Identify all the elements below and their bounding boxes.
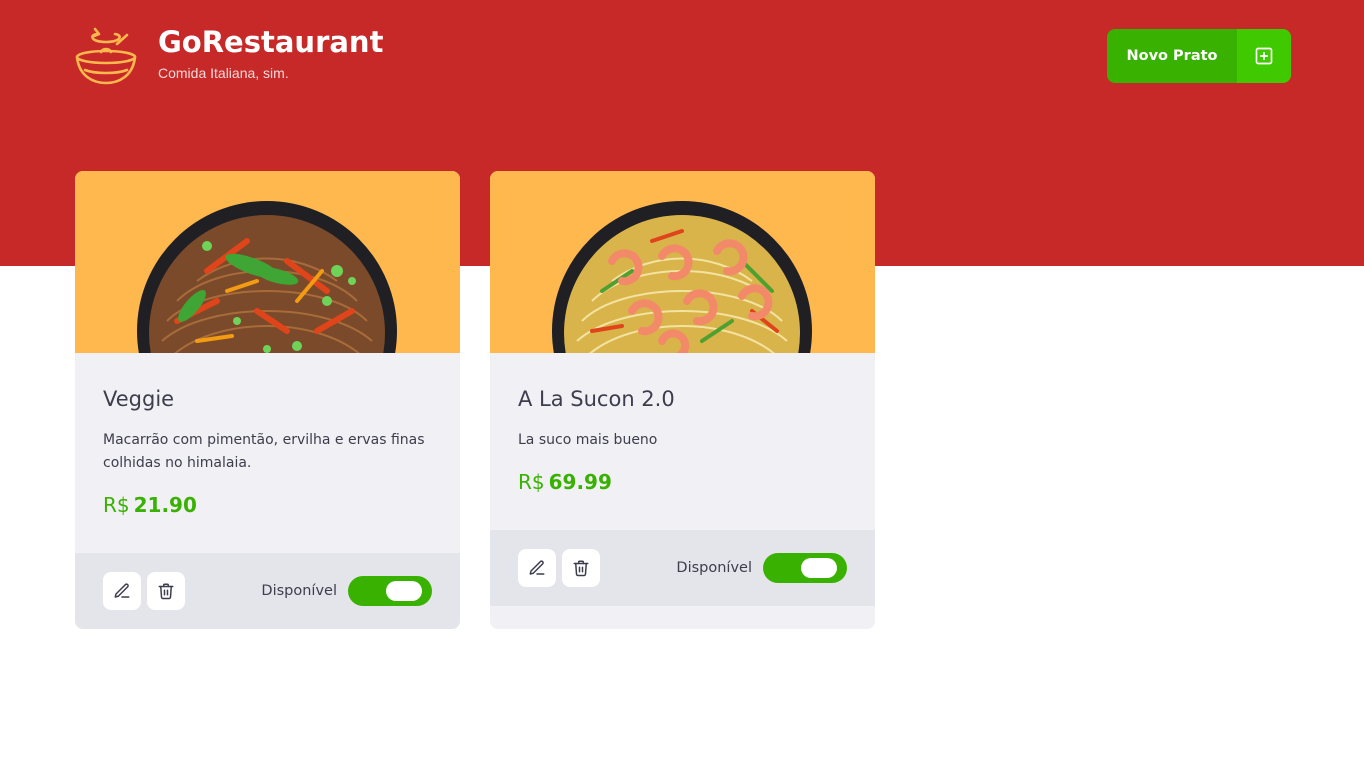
availability-toggle[interactable] [348, 576, 432, 606]
bowl-icon [75, 27, 137, 85]
availability-label: Disponível [261, 583, 337, 599]
brand: GoRestaurant Comida Italiana, sim. [75, 25, 384, 86]
dish-info: A La Sucon 2.0 La suco mais bueno R$ 69.9… [490, 353, 875, 494]
price-currency: R$ [103, 493, 130, 517]
price-value: 21.90 [133, 493, 197, 517]
dish-name: Veggie [103, 387, 175, 411]
edit-dish-button[interactable] [103, 572, 141, 610]
dish-name: A La Sucon 2.0 [518, 387, 675, 411]
dish-image [75, 171, 460, 353]
new-dish-button[interactable]: Novo Prato [1107, 29, 1291, 83]
dish-description: La suco mais bueno [518, 432, 658, 448]
delete-dish-button[interactable] [562, 549, 600, 587]
plus-square-icon [1237, 29, 1291, 83]
dish-price: R$ 69.99 [518, 470, 847, 494]
dish-actions: Disponível [75, 553, 460, 629]
dish-info: Veggie Macarrão com pimentão, ervilha e … [75, 353, 460, 517]
pencil-icon [529, 560, 545, 575]
app-subtitle: Comida Italiana, sim. [158, 65, 289, 81]
price-value: 69.99 [548, 470, 612, 494]
dish-card: Veggie Macarrão com pimentão, ervilha e … [75, 171, 460, 629]
dish-image [490, 171, 875, 353]
veggie-noodles-bowl-image [137, 201, 397, 353]
toggle-knob [386, 581, 422, 601]
shrimp-noodles-bowl-image [552, 201, 812, 353]
dish-card: A La Sucon 2.0 La suco mais bueno R$ 69.9… [490, 171, 875, 629]
delete-dish-button[interactable] [147, 572, 185, 610]
availability: Disponível [261, 576, 432, 606]
dish-actions: Disponível [490, 530, 875, 606]
availability: Disponível [676, 553, 847, 583]
dish-price: R$ 21.90 [103, 493, 432, 517]
trash-icon [573, 560, 589, 577]
pencil-icon [114, 583, 130, 598]
availability-toggle[interactable] [763, 553, 847, 583]
price-currency: R$ [518, 470, 545, 494]
edit-dish-button[interactable] [518, 549, 556, 587]
availability-label: Disponível [676, 560, 752, 576]
toggle-knob [801, 558, 837, 578]
dish-description: Macarrão com pimentão, ervilha e ervas f… [103, 432, 425, 471]
new-dish-label: Novo Prato [1107, 29, 1237, 83]
app-title: GoRestaurant [158, 25, 384, 59]
trash-icon [158, 583, 174, 600]
